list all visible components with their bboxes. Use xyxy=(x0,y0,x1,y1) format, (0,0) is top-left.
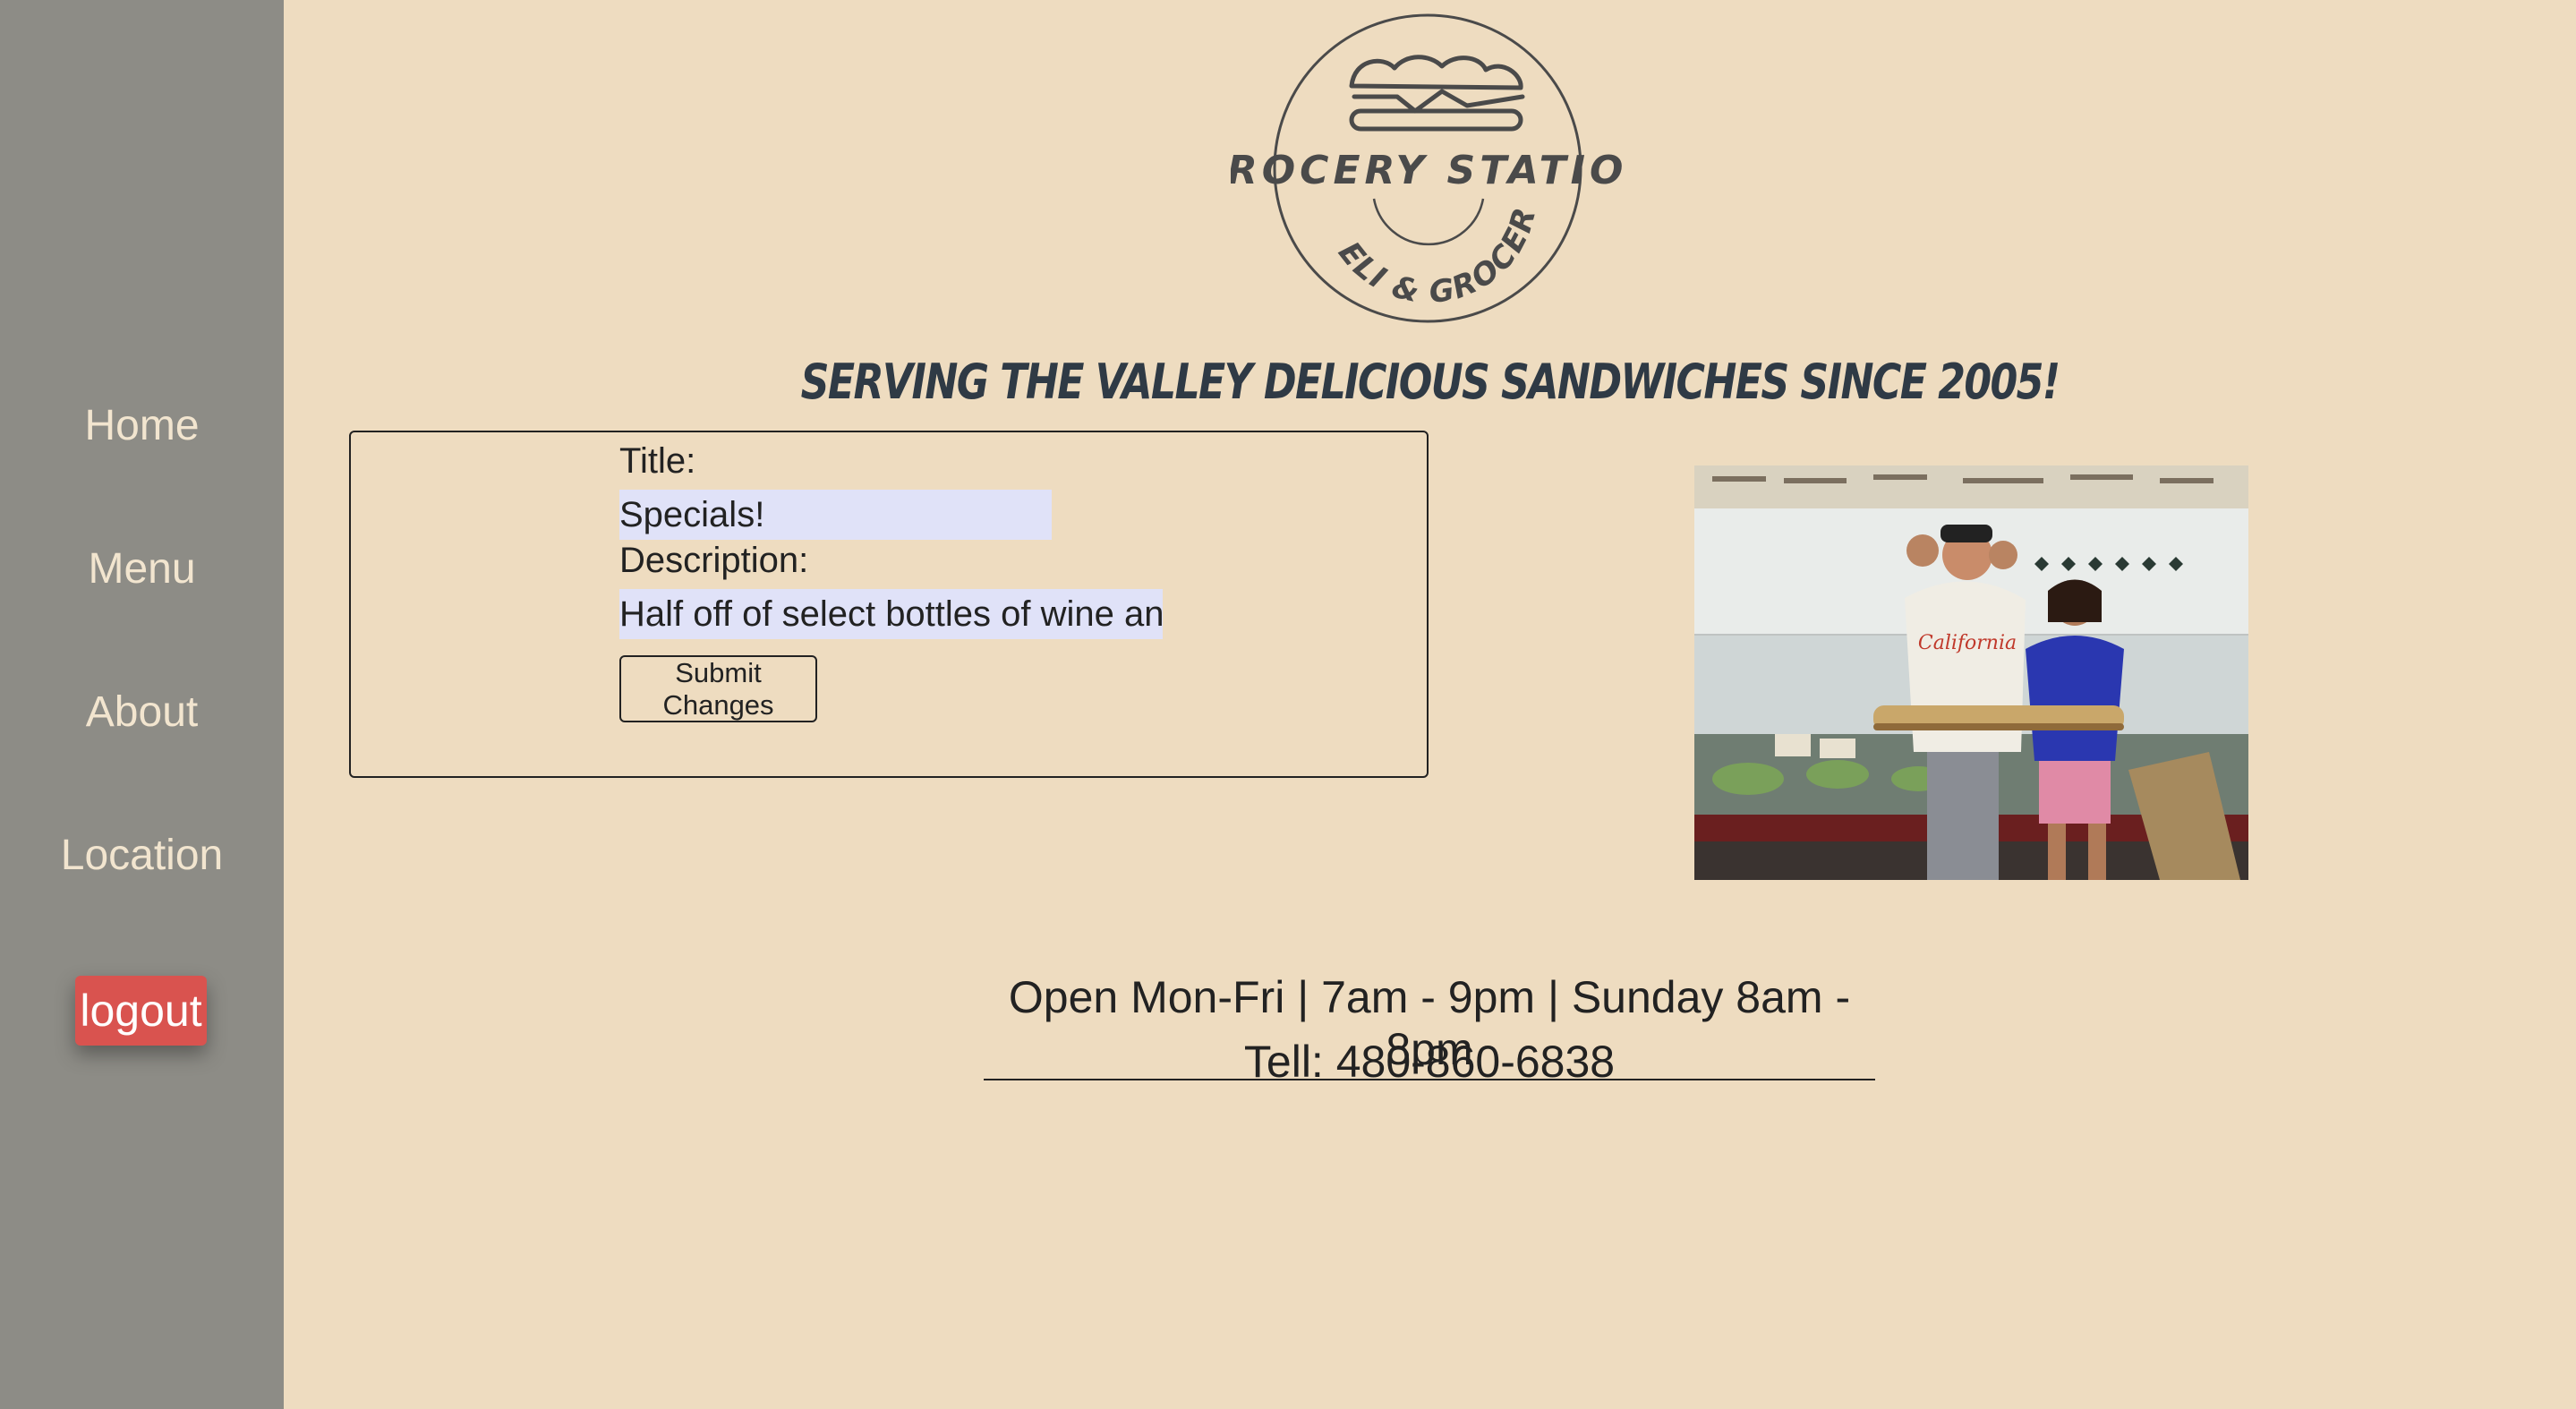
slogan: SERVING THE VALLEY DELICIOUS SANDWICHES … xyxy=(800,354,2060,410)
logout-button[interactable]: logout xyxy=(75,976,207,1046)
svg-text:California: California xyxy=(1918,632,2017,654)
nav-home[interactable]: Home xyxy=(0,401,284,450)
sandwich-icon xyxy=(1349,55,1525,132)
nav-about[interactable]: About xyxy=(0,687,284,737)
nav-menu[interactable]: Menu xyxy=(0,544,284,593)
logo: GROCERY STATION DELI & GROCERY xyxy=(1190,0,1660,338)
submit-changes-button[interactable]: Submit Changes xyxy=(619,655,817,722)
specials-form: Title: Description: Submit Changes xyxy=(349,431,1429,778)
store-phone: Tell: 480-860-6838 xyxy=(1243,1037,1616,1087)
title-input[interactable] xyxy=(619,490,1052,540)
store-photo: California xyxy=(1694,465,2248,880)
logo-name: GROCERY STATION xyxy=(1231,148,1625,193)
sidebar: Home Menu About Location logout xyxy=(0,0,284,1409)
nav-location[interactable]: Location xyxy=(0,831,284,880)
description-input[interactable] xyxy=(619,589,1163,639)
title-label: Title: xyxy=(619,441,696,481)
description-label: Description: xyxy=(619,541,809,580)
